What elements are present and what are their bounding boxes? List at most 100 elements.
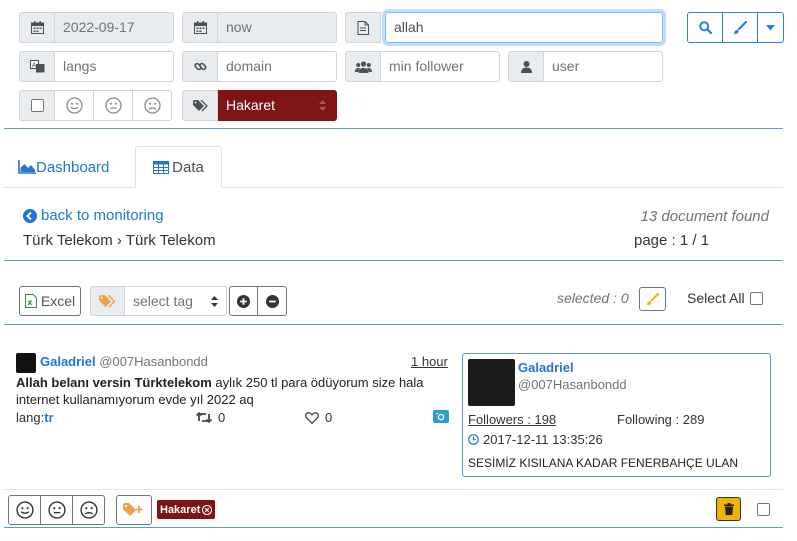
profile-name[interactable]: Galadriel <box>518 360 574 375</box>
remove-tag-icon[interactable] <box>202 504 213 515</box>
select-all-checkbox[interactable] <box>749 291 763 305</box>
select-tag-dropdown[interactable]: select tag <box>125 286 227 316</box>
calendar-icon <box>19 12 55 43</box>
post-select-checkbox[interactable] <box>757 503 770 516</box>
domain-input[interactable]: domain <box>218 51 337 82</box>
query-group: allah <box>345 12 663 43</box>
select-arrows-icon <box>319 100 326 111</box>
min-follower-input[interactable]: min follower <box>381 51 500 82</box>
positive-filter-button[interactable] <box>54 90 94 121</box>
profile-handle[interactable]: @007Hasanbondd <box>518 377 627 392</box>
langs-input[interactable]: langs <box>55 51 174 82</box>
tag-select-value: Hakaret <box>226 97 276 113</box>
mark-positive-button[interactable] <box>8 495 41 525</box>
post-lang: lang:tr <box>16 410 54 425</box>
add-tag-to-post-button[interactable] <box>116 495 152 525</box>
svg-text:x: x <box>27 298 33 307</box>
caret-down-icon <box>766 24 775 30</box>
profile-joined-value: 2017-12-11 13:35:26 <box>483 432 603 447</box>
delete-post-button[interactable] <box>716 497 741 521</box>
calendar-icon <box>182 12 218 43</box>
domain-group: domain <box>182 51 337 82</box>
options-dropdown-button[interactable] <box>757 12 784 43</box>
meh-icon <box>104 97 122 114</box>
retweet-icon <box>196 412 212 423</box>
search-button[interactable] <box>687 12 723 43</box>
tag-select[interactable]: Hakaret <box>218 90 337 121</box>
date-from-input[interactable]: 2022-09-17 <box>55 12 174 43</box>
mark-neutral-button[interactable] <box>40 495 73 525</box>
post-actions-divider <box>4 489 783 490</box>
brush-icon <box>733 20 747 34</box>
frown-icon <box>143 97 161 114</box>
query-input[interactable]: allah <box>385 12 663 43</box>
profile-followers[interactable]: Followers : 198 <box>468 412 556 427</box>
sentiment-checkbox[interactable] <box>30 99 44 112</box>
trash-icon <box>723 503 734 515</box>
post-tag-badge: Hakaret <box>157 500 216 519</box>
post-tag-badge-label: Hakaret <box>160 503 201 516</box>
edit-selected-button[interactable] <box>639 287 666 311</box>
arrow-circle-left-icon <box>23 208 37 223</box>
brush-button[interactable] <box>722 12 758 43</box>
select-all[interactable]: Select All <box>687 290 763 306</box>
meh-icon <box>47 501 66 519</box>
mark-negative-button[interactable] <box>72 495 105 525</box>
author-name[interactable]: Galadriel <box>40 354 96 369</box>
neutral-filter-button[interactable] <box>93 90 133 121</box>
lang-value: tr <box>44 410 54 425</box>
divider <box>4 260 783 261</box>
excel-button[interactable]: x Excel <box>19 286 81 316</box>
profile-card: Galadriel @007Hasanbondd Followers : 198… <box>462 353 771 477</box>
sentiment-checkbox-cell[interactable] <box>19 90 55 121</box>
divider <box>4 128 783 129</box>
breadcrumb: Türk Telekom › Türk Telekom <box>23 232 216 249</box>
tab-data[interactable]: Data <box>135 146 222 188</box>
excel-label: Excel <box>40 293 76 309</box>
area-chart-icon <box>18 160 36 174</box>
table-icon <box>153 160 170 174</box>
clock-icon <box>468 434 479 445</box>
post-text-highlight: Allah belanı versin Türktelekom <box>16 375 212 390</box>
user-input[interactable]: user <box>544 51 663 82</box>
date-from-group: 2022-09-17 <box>19 12 174 43</box>
author-avatar[interactable] <box>16 353 36 373</box>
author-handle[interactable]: @007Hasanbondd <box>99 354 208 369</box>
profile-following: Following : 289 <box>617 412 705 427</box>
frown-icon <box>79 501 98 519</box>
user-group: user <box>508 51 663 82</box>
add-tag-button[interactable] <box>229 286 258 316</box>
tab-dashboard-label: Dashboard <box>36 158 110 176</box>
users-icon <box>345 51 381 82</box>
min-follower-group: min follower <box>345 51 500 82</box>
retweet-count-value: 0 <box>218 410 226 425</box>
tab-dashboard[interactable]: Dashboard <box>18 146 109 188</box>
selected-count: selected : 0 <box>557 290 629 306</box>
excel-file-icon: x <box>24 294 37 308</box>
camera-icon[interactable] <box>433 410 449 423</box>
tags-icon <box>182 90 218 121</box>
select-arrows-icon <box>211 295 218 307</box>
tab-data-label: Data <box>172 158 204 176</box>
select-all-label: Select All <box>687 290 745 306</box>
language-icon: A <box>19 51 55 82</box>
profile-avatar[interactable] <box>468 359 515 406</box>
profile-joined: 2017-12-11 13:35:26 <box>468 432 603 447</box>
post-time[interactable]: 1 hour <box>411 354 448 369</box>
langs-group: A langs <box>19 51 174 82</box>
user-icon <box>508 51 544 82</box>
heart-icon <box>305 411 319 424</box>
negative-filter-button[interactable] <box>132 90 172 121</box>
remove-tag-button[interactable] <box>257 286 287 316</box>
back-link[interactable]: back to monitoring <box>23 207 164 224</box>
document-icon <box>345 12 381 43</box>
tag-filter-group: Hakaret <box>182 90 337 121</box>
date-to-input[interactable]: now <box>218 12 337 43</box>
smile-icon <box>15 501 34 519</box>
back-link-label: back to monitoring <box>41 207 164 224</box>
date-to-group: now <box>182 12 337 43</box>
tag-plus-icon <box>123 503 143 516</box>
divider <box>4 527 783 528</box>
author-line: Galadriel @007Hasanbondd <box>40 354 208 369</box>
lang-label: lang: <box>16 410 45 425</box>
